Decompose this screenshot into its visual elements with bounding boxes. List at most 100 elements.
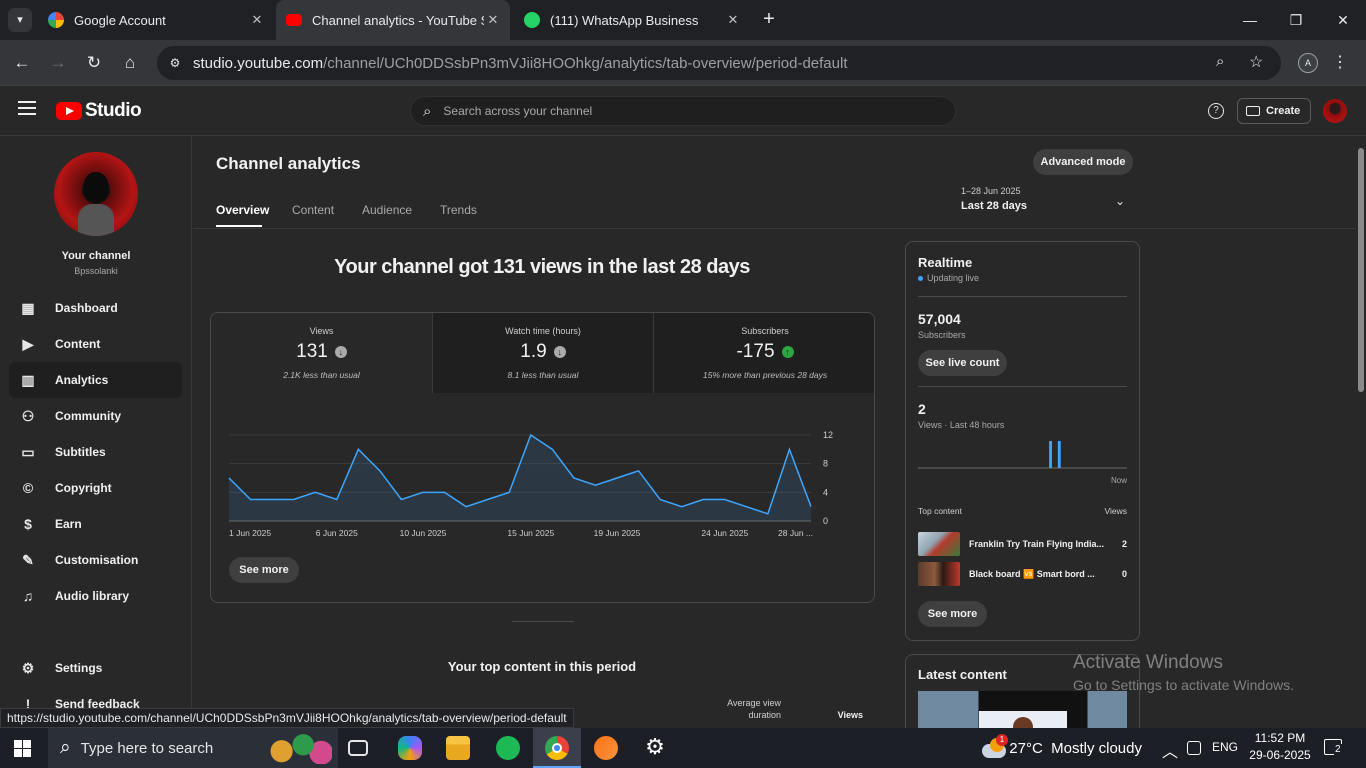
chrome-taskbar-button[interactable]	[533, 728, 581, 768]
browser-tab-google-account[interactable]: Google Account ✕	[38, 0, 274, 40]
channel-avatar[interactable]	[54, 152, 138, 236]
fl-studio-icon[interactable]	[594, 736, 618, 760]
show-hidden-icons-chevron-icon[interactable]: ︿	[1162, 738, 1178, 762]
sidebar-item-label: Subtitles	[55, 445, 106, 459]
sidebar-item-community[interactable]: ⚇ Community	[9, 398, 182, 434]
sidebar-item-analytics[interactable]: ▥ Analytics	[9, 362, 182, 398]
period-selector[interactable]: 1–28 Jun 2025 Last 28 days ⌄	[961, 186, 1133, 216]
tab-content[interactable]: Content	[292, 203, 334, 217]
back-arrow-icon[interactable]: ←	[10, 51, 34, 75]
list-item[interactable]: Black board 🆚 Smart bord ... 0	[918, 562, 1127, 586]
sidebar-item-settings[interactable]: ⚙ Settings	[9, 650, 182, 686]
clock[interactable]: 11:52 PM 29-06-2025	[1244, 731, 1316, 762]
copilot-icon[interactable]	[398, 736, 422, 760]
video-thumbnail	[918, 532, 960, 556]
reload-icon[interactable]: ↻	[82, 51, 106, 75]
profile-avatar-icon[interactable]: A	[1298, 53, 1318, 73]
metric-views[interactable]: Views 131 ↓ 2.1K less than usual	[211, 313, 432, 393]
down-arrow-icon: ↓	[553, 346, 566, 358]
page-scrollbar[interactable]	[1356, 136, 1366, 728]
top-content-title: Your top content in this period	[447, 659, 637, 674]
youtube-play-icon	[56, 102, 82, 120]
search-icon: ⌕	[423, 102, 432, 120]
file-explorer-icon[interactable]	[446, 736, 470, 760]
sidebar-item-audio-library[interactable]: ♫ Audio library	[9, 578, 182, 614]
windows-start-icon[interactable]	[14, 740, 32, 757]
home-icon[interactable]: ⌂	[118, 51, 142, 75]
language-indicator[interactable]: ENG	[1212, 740, 1238, 754]
search-placeholder: Search across your channel	[443, 104, 593, 118]
notification-center-icon[interactable]: 2	[1324, 739, 1342, 755]
sidebar-item-label: Content	[55, 337, 101, 351]
new-tab-button[interactable]: +	[757, 8, 781, 32]
bookmark-star-icon[interactable]: ☆	[1249, 52, 1263, 72]
minimize-icon[interactable]: —	[1238, 8, 1262, 32]
settings-taskbar-icon[interactable]: ⚙	[643, 734, 667, 762]
help-icon[interactable]: ?	[1208, 103, 1224, 119]
realtime-views-bars	[918, 441, 1127, 469]
x-tick-label: 15 Jun 2025	[507, 528, 554, 538]
forward-arrow-icon[interactable]: →	[46, 51, 70, 75]
browser-tab-channel-analytics[interactable]: Channel analytics - YouTube Stu ✕	[276, 0, 510, 40]
scrollbar-thumb[interactable]	[1358, 148, 1364, 392]
create-button[interactable]: Create	[1237, 98, 1311, 124]
zoom-icon[interactable]: ⌕	[1216, 53, 1224, 70]
task-view-icon[interactable]	[348, 740, 368, 756]
metric-note: 15% more than previous 28 days	[702, 370, 828, 380]
updating-live: Updating live	[918, 273, 979, 283]
search-highlight-icon	[260, 732, 332, 764]
sidebar-item-copyright[interactable]: © Copyright	[9, 470, 182, 506]
see-live-count-button[interactable]: See live count	[918, 350, 1007, 376]
whatsapp-icon	[524, 12, 540, 28]
divider	[918, 296, 1127, 297]
period-label: Last 28 days	[961, 200, 1028, 212]
restore-icon[interactable]: ❐	[1284, 8, 1308, 32]
tab-trends[interactable]: Trends	[440, 203, 477, 217]
customisation-icon: ✎	[22, 552, 34, 568]
y-tick-label: 4	[823, 487, 828, 497]
tab-overview[interactable]: Overview	[216, 203, 269, 217]
studio-logo[interactable]: Studio	[56, 100, 142, 122]
sidebar-item-customisation[interactable]: ✎ Customisation	[9, 542, 182, 578]
latest-video-thumbnail[interactable]	[918, 691, 1127, 728]
url-host: studio.youtube.com	[193, 54, 324, 72]
taskbar-search-input[interactable]: ⌕ Type here to search	[48, 728, 338, 768]
sidebar-item-content[interactable]: ▶ Content	[9, 326, 182, 362]
tab-audience[interactable]: Audience	[362, 203, 412, 217]
activate-windows-hint: Go to Settings to activate Windows.	[1073, 677, 1294, 693]
studio-header: Studio ⌕ Search across your channel ? Cr…	[0, 86, 1366, 136]
window-close-icon[interactable]: ✕	[1331, 8, 1355, 32]
studio-search-input[interactable]: ⌕ Search across your channel	[410, 96, 956, 126]
browser-tab-whatsapp[interactable]: (111) WhatsApp Business ✕	[514, 0, 750, 40]
see-more-button[interactable]: See more	[229, 557, 299, 583]
sidebar-item-dashboard[interactable]: ▦ Dashboard	[9, 290, 182, 326]
updating-live-label: Updating live	[927, 273, 980, 283]
hamburger-menu-icon[interactable]	[18, 101, 36, 115]
close-icon[interactable]: ✕	[724, 11, 742, 29]
metric-subscribers[interactable]: Subscribers -175 ↑ 15% more than previous…	[653, 313, 874, 393]
site-settings-icon[interactable]: ⚙	[165, 53, 185, 73]
close-icon[interactable]: ✕	[484, 11, 502, 29]
content-icon: ▶	[22, 336, 34, 352]
tab-search-button[interactable]: ▾	[8, 8, 32, 32]
account-avatar[interactable]	[1323, 99, 1347, 123]
close-icon[interactable]: ✕	[248, 11, 266, 29]
realtime-see-more-button[interactable]: See more	[918, 601, 987, 627]
advanced-mode-button[interactable]: Advanced mode	[1033, 149, 1133, 175]
list-item[interactable]: Franklin Try Train Flying India... 2	[918, 532, 1127, 556]
metric-label: Watch time (hours)	[505, 326, 581, 336]
weather-widget[interactable]: 1 27°C Mostly cloudy	[982, 728, 1142, 768]
browser-toolbar: ← → ↻ ⌂ ⚙ studio.youtube.com /channel/UC…	[0, 40, 1366, 86]
camera-icon[interactable]	[1187, 741, 1201, 755]
tab-title: Google Account	[74, 12, 166, 28]
audio-library-icon: ♫	[22, 588, 34, 604]
metric-watch-time[interactable]: Watch time (hours) 1.9 ↓ 8.1 less than us…	[432, 313, 653, 393]
address-bar[interactable]: ⚙ studio.youtube.com /channel/UCh0DDSsbP…	[157, 46, 1281, 80]
sidebar-item-earn[interactable]: $ Earn	[9, 506, 182, 542]
browser-menu-icon[interactable]: ⋮	[1332, 52, 1348, 72]
x-tick-label: 24 Jun 2025	[701, 528, 748, 538]
spotify-icon[interactable]	[496, 736, 520, 760]
up-arrow-icon: ↑	[781, 346, 794, 358]
sidebar-item-subtitles[interactable]: ▭ Subtitles	[9, 434, 182, 470]
sidebar-item-label: Audio library	[55, 589, 130, 603]
